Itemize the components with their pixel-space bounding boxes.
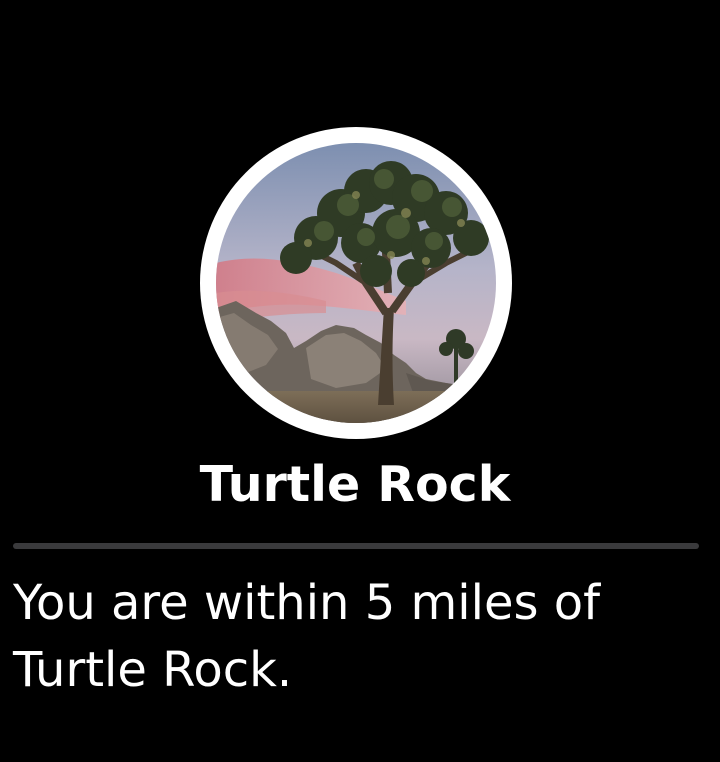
landmark-title: Turtle Rock: [199, 456, 511, 513]
landmark-image-ring: [200, 127, 512, 439]
joshua-tree-landscape-photo: [216, 143, 496, 423]
divider: [13, 543, 699, 549]
landmark-image: [216, 143, 496, 423]
notification-message: You are within 5 miles of Turtle Rock.: [13, 575, 601, 698]
notification-screen: Turtle Rock You are within 5 miles of Tu…: [0, 0, 720, 762]
